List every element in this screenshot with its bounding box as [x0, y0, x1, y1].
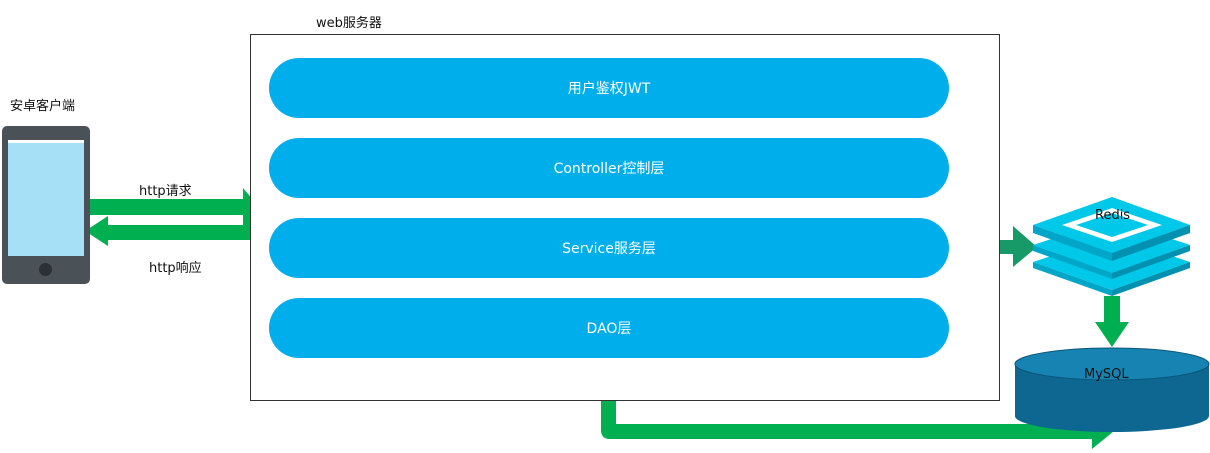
layer-auth-jwt-label: 用户鉴权JWT	[567, 81, 651, 97]
phone-home-button	[39, 263, 52, 276]
layer-controller: Controller控制层	[269, 138, 949, 198]
layer-auth-jwt: 用户鉴权JWT	[269, 58, 949, 118]
layer-controller-label: Controller控制层	[553, 161, 665, 177]
android-phone-icon	[2, 126, 90, 284]
layer-service: Service服务层	[269, 218, 949, 278]
layer-dao: DAO层	[269, 298, 949, 358]
http-response-arrow	[85, 216, 255, 246]
layer-service-label: Service服务层	[562, 241, 656, 257]
client-label: 安卓客户端	[10, 99, 76, 114]
layer-dao-label: DAO层	[586, 321, 632, 337]
http-response-label: http响应	[149, 261, 202, 276]
redis-label: Redis	[1095, 208, 1131, 223]
mysql-label: MySQL	[1084, 367, 1129, 382]
redis-to-mysql-arrow	[1095, 296, 1129, 347]
web-server-label: web服务器	[316, 16, 382, 31]
mysql-icon	[1014, 347, 1210, 432]
http-request-label: http请求	[139, 184, 192, 199]
phone-screen	[8, 140, 84, 256]
